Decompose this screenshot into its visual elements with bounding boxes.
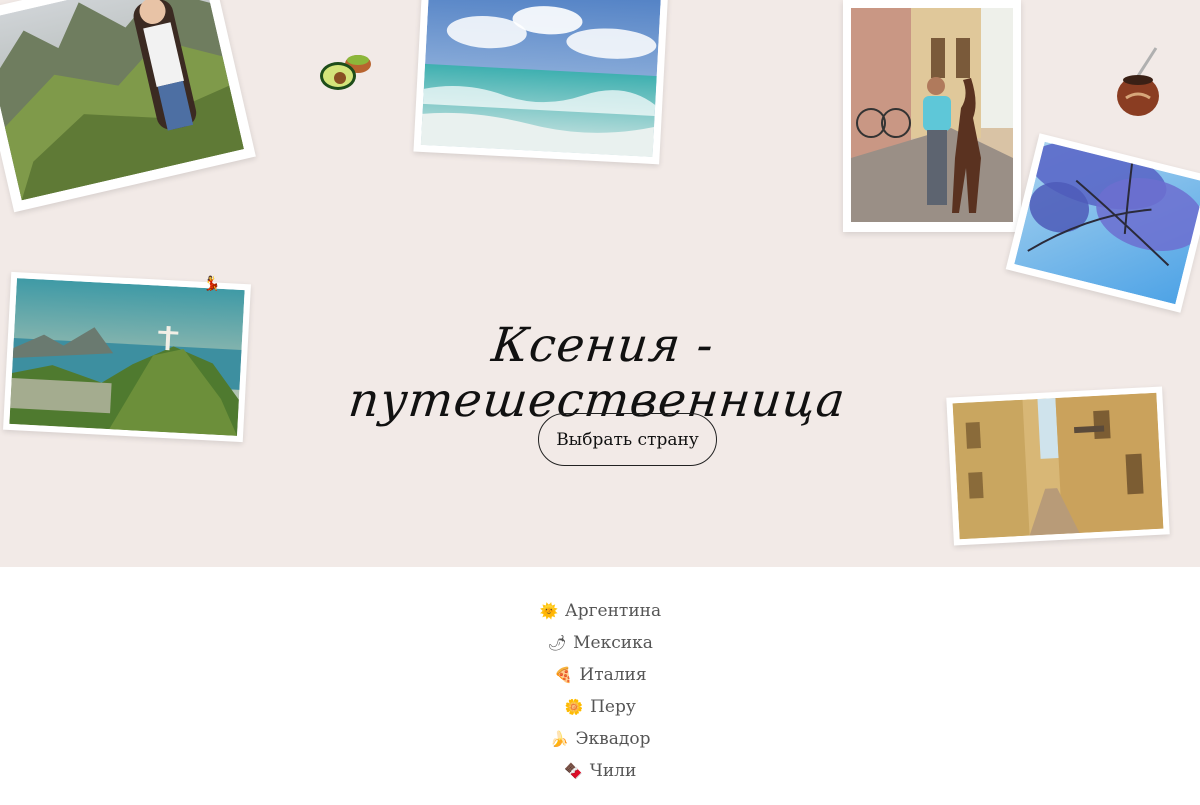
dancer-icon: 💃 (203, 276, 221, 292)
chocolate-icon: 🍫 (564, 762, 584, 780)
country-label: Аргентина (564, 601, 662, 621)
country-label: Мексика (573, 633, 653, 653)
banana-icon: 🍌 (550, 730, 569, 748)
sun-icon: 🌞 (539, 602, 559, 620)
country-label: Перу (590, 697, 636, 717)
country-item-peru[interactable]: 🌼 Перу (0, 691, 1200, 723)
chili-pepper-icon: 🌶 (547, 634, 567, 652)
machu-picchu-photo (0, 0, 256, 213)
choose-country-button[interactable]: Выбрать страну (538, 413, 717, 466)
italian-street-photo (946, 386, 1170, 546)
ocean-waves-photo (413, 0, 669, 165)
rio-christ-photo (3, 271, 251, 443)
country-label: Эквадор (575, 729, 651, 749)
page-title: Ксения - путешественница (346, 318, 849, 428)
country-item-italy[interactable]: 🍕 Италия (0, 659, 1200, 691)
avocado-guacamole-icon (320, 55, 371, 90)
pizza-icon: 🍕 (554, 666, 573, 684)
country-item-ecuador[interactable]: 🍌 Эквадор (0, 723, 1200, 755)
country-item-argentina[interactable]: 🌞 Аргентина (0, 595, 1200, 627)
country-item-mexico[interactable]: 🌶 Мексика (0, 627, 1200, 659)
country-list: 🌞 Аргентина 🌶 Мексика 🍕 Италия 🌼 Перу 🍌 Эквад… (0, 595, 1200, 787)
country-label: Италия (579, 665, 647, 685)
hero-section: 💃 Ксения - путешественница Выбрать стран… (0, 0, 1200, 567)
jacaranda-photo (1005, 133, 1200, 313)
flower-icon: 🌼 (564, 698, 584, 716)
country-item-chile[interactable]: 🍫 Чили (0, 755, 1200, 787)
country-label: Чили (589, 761, 637, 781)
mate-gourd-icon (1117, 47, 1159, 116)
llama-street-photo (843, 0, 1021, 232)
